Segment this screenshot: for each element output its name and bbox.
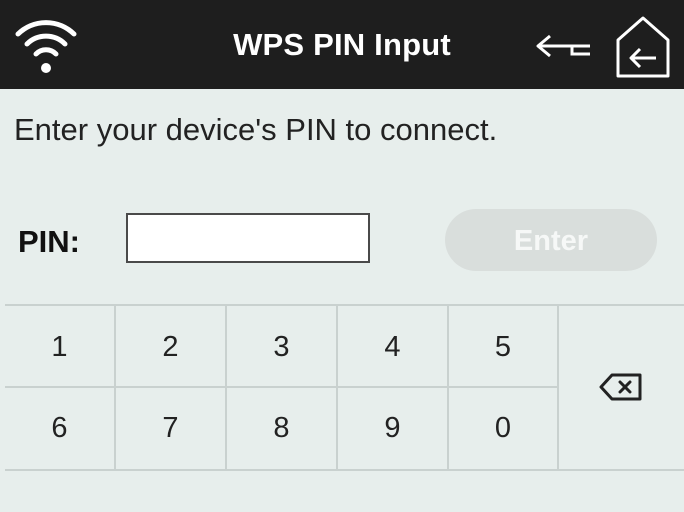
key-0[interactable]: 0 — [449, 388, 559, 469]
title-bar: WPS PIN Input — [0, 0, 684, 89]
home-exit-icon[interactable] — [612, 14, 674, 80]
key-9[interactable]: 9 — [338, 388, 449, 469]
instruction-text: Enter your device's PIN to connect. — [14, 112, 498, 147]
backspace-key[interactable] — [559, 306, 684, 469]
key-3[interactable]: 3 — [227, 306, 338, 388]
key-2[interactable]: 2 — [116, 306, 227, 388]
key-1[interactable]: 1 — [5, 306, 116, 388]
backspace-icon — [599, 373, 642, 401]
key-7[interactable]: 7 — [116, 388, 227, 469]
key-6[interactable]: 6 — [5, 388, 116, 469]
key-5[interactable]: 5 — [449, 306, 559, 388]
key-8[interactable]: 8 — [227, 388, 338, 469]
pin-label: PIN: — [18, 224, 80, 259]
numeric-keypad: 1 2 3 4 5 6 7 8 9 0 — [5, 304, 684, 471]
key-4[interactable]: 4 — [338, 306, 449, 388]
pin-input[interactable] — [126, 213, 370, 263]
back-arrow-icon[interactable] — [530, 28, 594, 64]
enter-button[interactable]: Enter — [445, 209, 657, 271]
